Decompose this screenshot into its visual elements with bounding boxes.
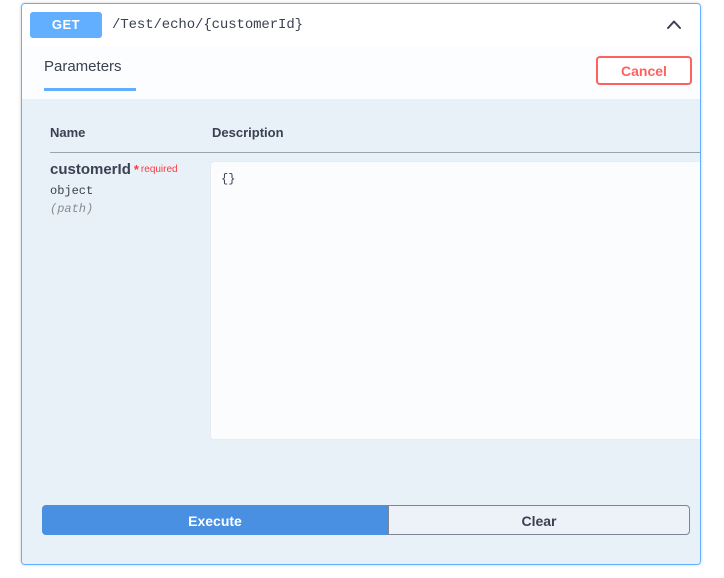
- parameter-value-textarea[interactable]: [210, 161, 700, 440]
- cancel-button[interactable]: Cancel: [596, 56, 692, 85]
- required-asterisk: *: [133, 162, 139, 177]
- tab-strip: Parameters Cancel: [22, 46, 700, 99]
- parameter-description-cell: [210, 161, 700, 440]
- action-button-group: Execute Clear: [42, 505, 690, 535]
- column-header-description: Description: [212, 125, 284, 140]
- required-label: required: [140, 164, 178, 175]
- parameter-name: customerId: [50, 161, 131, 178]
- chevron-up-icon[interactable]: [660, 11, 688, 39]
- operation-summary-header[interactable]: GET /Test/echo/{customerId}: [22, 4, 700, 46]
- clear-button[interactable]: Clear: [388, 505, 690, 535]
- table-header-divider: [50, 152, 700, 153]
- operation-body: Name Description customerId * required obj…: [22, 99, 700, 564]
- http-method-badge[interactable]: GET: [30, 12, 102, 38]
- parameter-location: (path): [50, 202, 94, 216]
- execute-button[interactable]: Execute: [42, 505, 388, 535]
- parameter-type: object: [50, 184, 94, 198]
- parameters-table: Name Description customerId * required obj…: [50, 125, 700, 440]
- parameters-table-header: Name Description: [50, 125, 700, 153]
- operation-path: /Test/echo/{customerId}: [112, 17, 303, 33]
- tab-active-underline: [44, 88, 136, 91]
- tab-parameters[interactable]: Parameters: [44, 58, 122, 75]
- column-header-name: Name: [50, 125, 86, 140]
- operation-card: GET /Test/echo/{customerId} Parameters C…: [21, 3, 701, 565]
- parameter-name-cell: customerId * required object (path): [50, 161, 210, 216]
